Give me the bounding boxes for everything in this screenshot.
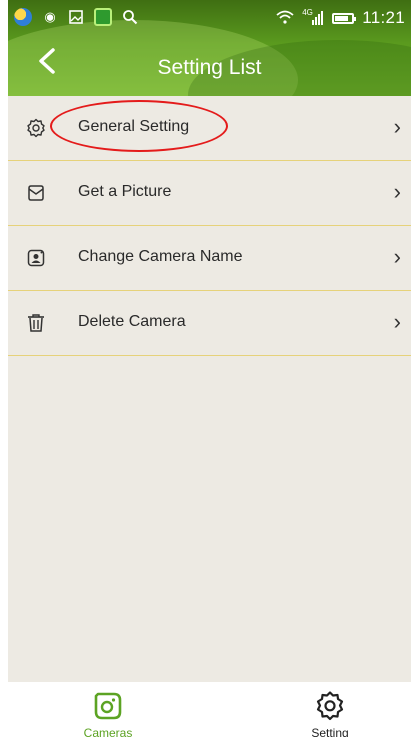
settings-list: General Setting › Get a Picture › Change… [8,96,411,356]
gear-icon [26,118,46,138]
status-icons-left: ◉ [14,8,138,26]
list-item-label: General Setting [78,118,190,135]
chevron-right-icon: › [393,179,401,204]
tab-label: Setting [311,726,349,737]
title-bar: Setting List [8,36,411,96]
list-item-general-setting[interactable]: General Setting › [8,96,411,161]
battery-icon [332,12,357,24]
list-item-get-picture[interactable]: Get a Picture › [8,161,411,226]
picture-icon [26,183,46,203]
gear-icon [314,690,346,722]
camera-name-icon [26,248,46,268]
tab-cameras[interactable]: Cameras [48,682,168,737]
alert-icon: ◉ [44,9,56,24]
search-icon [122,9,138,25]
clock: 11:21 [362,8,405,27]
tab-setting[interactable]: Setting [270,682,390,737]
tab-label: Cameras [83,726,133,737]
list-item-label: Delete Camera [78,313,186,330]
chevron-right-icon: › [393,309,401,334]
camera-icon [92,690,124,722]
app-icon [14,8,32,26]
page-title: Setting List [157,56,262,79]
wifi-icon [276,10,294,27]
chevron-right-icon: › [393,244,401,269]
trash-icon [26,313,46,333]
status-bar: ◉ 4G 11:21 [8,0,411,36]
image-icon [68,9,84,25]
header: ◉ 4G 11:21 Setting List [8,0,411,96]
list-item-delete-camera[interactable]: Delete Camera › [8,291,411,356]
list-item-change-camera-name[interactable]: Change Camera Name › [8,226,411,291]
signal-icon: 4G [302,8,324,26]
list-item-label: Change Camera Name [78,248,243,265]
status-icons-right: 4G 11:21 [276,8,405,28]
list-item-label: Get a Picture [78,183,172,200]
chevron-right-icon: › [393,114,401,139]
app-frame: ◉ 4G 11:21 Setting List General Setting … [8,0,411,737]
bottom-nav: Cameras Setting [8,682,411,737]
refresh-app-icon [94,8,112,26]
